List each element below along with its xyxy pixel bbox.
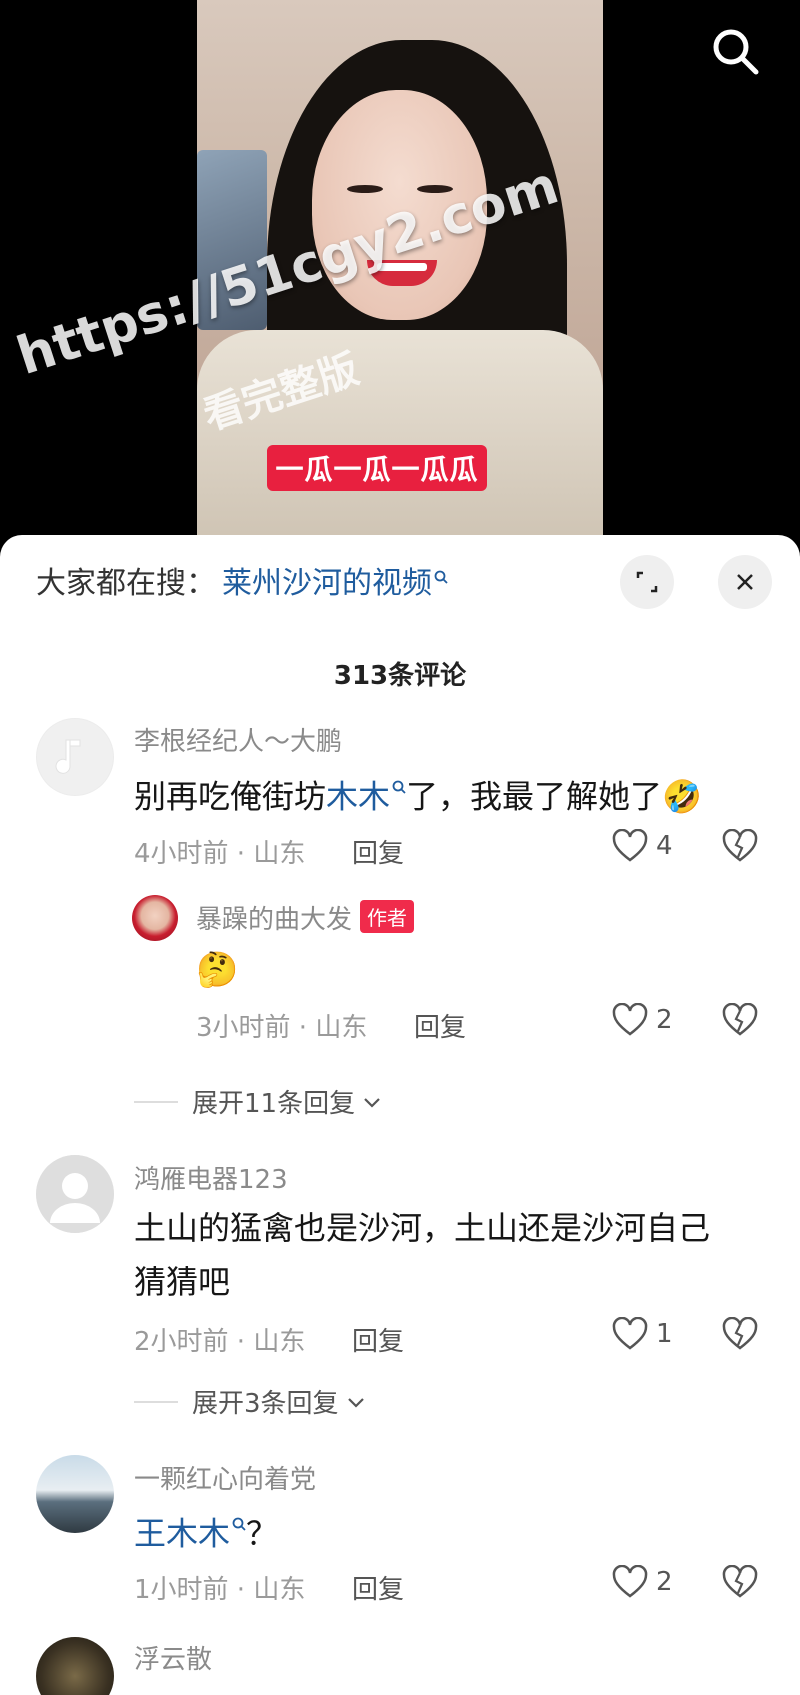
dislike-button[interactable]	[722, 1564, 758, 1603]
comment-text: 别再吃俺街坊木木 了，我最了解她了🤣	[134, 764, 702, 824]
video-caption: 一瓜一瓜一瓜瓜	[267, 445, 487, 491]
broken-heart-icon	[722, 1002, 758, 1036]
like-button[interactable]: 4	[612, 829, 673, 863]
comment-search-link[interactable]: 王木木	[134, 1515, 230, 1553]
default-user-icon	[36, 1155, 114, 1233]
expand-replies-button[interactable]: 展开3条回复	[134, 1383, 367, 1420]
comment-text-line: 猜猜吧	[134, 1263, 231, 1301]
comment-text-part: 了，我最了解她了🤣	[406, 777, 702, 816]
like-count: 2	[656, 1005, 673, 1035]
comment-text: 王木木 ？	[134, 1501, 278, 1561]
expand-icon	[636, 571, 658, 593]
search-term-link[interactable]: 莱州沙河的视频	[222, 558, 432, 602]
like-button[interactable]: 2	[612, 1565, 673, 1599]
chevron-down-icon	[347, 1397, 364, 1408]
divider-line	[134, 1100, 178, 1103]
comment-username[interactable]: 一颗红心向着党	[134, 1459, 316, 1496]
close-icon	[737, 574, 753, 590]
comment-username[interactable]: 鸿雁电器123	[134, 1159, 288, 1196]
expand-replies-label: 展开11条回复	[192, 1089, 356, 1119]
broken-heart-icon	[722, 1564, 758, 1598]
search-prefix: 大家都在搜：	[36, 566, 216, 601]
reply-button[interactable]: 回复	[352, 833, 404, 870]
author-badge: 作者	[360, 900, 415, 933]
comment-text-part: 别再吃俺街坊	[134, 777, 327, 816]
expand-replies-button[interactable]: 展开11条回复	[134, 1083, 383, 1120]
reply-username-text: 暴躁的曲大发	[196, 905, 353, 935]
avatar[interactable]	[36, 1637, 114, 1695]
like-button[interactable]: 2	[612, 1003, 673, 1037]
comment-text-line: 土山的猛禽也是沙河，土山还是沙河自己	[134, 1209, 711, 1247]
heart-icon	[612, 829, 648, 862]
expand-button[interactable]	[620, 555, 674, 609]
search-icon[interactable]	[710, 26, 762, 78]
chevron-down-icon	[364, 1097, 380, 1108]
comment-username[interactable]: 浮云散	[134, 1639, 212, 1676]
reply-button[interactable]: 回复	[352, 1569, 404, 1606]
like-button[interactable]: 1	[612, 1317, 673, 1351]
reply-text: 🤔	[196, 950, 239, 990]
search-small-icon	[392, 780, 406, 800]
comment-search-link[interactable]: 木木	[326, 778, 390, 816]
video-player[interactable]: 一瓜一瓜一瓜瓜 https://51cgy2.com 看完整版	[0, 0, 800, 540]
reply-button[interactable]: 回复	[414, 1007, 466, 1044]
close-button[interactable]	[718, 555, 772, 609]
comment-username[interactable]: 李根经纪人～大鹏	[134, 721, 342, 758]
search-small-icon	[434, 570, 448, 590]
coat	[197, 330, 603, 540]
heart-icon	[612, 1565, 648, 1598]
heart-icon	[612, 1003, 648, 1036]
like-count: 1	[656, 1319, 673, 1349]
like-count: 2	[656, 1567, 673, 1597]
reply-username[interactable]: 暴躁的曲大发 作者	[196, 899, 415, 936]
comment-meta: 2小时前 · 山东	[134, 1327, 306, 1357]
avatar[interactable]	[36, 1455, 114, 1533]
default-avatar-icon	[37, 719, 113, 795]
comment-count: 313条评论	[333, 661, 467, 691]
broken-heart-icon	[722, 828, 758, 862]
comment-meta: 4小时前 · 山东	[134, 839, 306, 869]
avatar[interactable]	[36, 718, 114, 796]
avatar[interactable]	[36, 1155, 114, 1233]
reply-meta: 3小时前 · 山东	[196, 1013, 368, 1043]
broken-heart-icon	[722, 1316, 758, 1350]
comment-meta: 1小时前 · 山东	[134, 1575, 306, 1605]
reply-button[interactable]: 回复	[352, 1321, 404, 1358]
comment-sheet: 大家都在搜： 莱州沙河的视频 313条评论 李根经纪人～大鹏 别再吃俺街坊木木了…	[0, 535, 800, 1695]
trending-search[interactable]: 大家都在搜： 莱州沙河的视频	[36, 555, 448, 605]
like-count: 4	[656, 831, 673, 861]
comment-text-part: ？	[246, 1514, 279, 1553]
dislike-button[interactable]	[722, 1316, 758, 1355]
heart-icon	[612, 1317, 648, 1350]
dislike-button[interactable]	[722, 1002, 758, 1041]
divider-line	[134, 1400, 178, 1403]
expand-replies-label: 展开3条回复	[192, 1389, 339, 1419]
search-small-icon	[232, 1517, 246, 1537]
reply-avatar[interactable]	[132, 895, 178, 941]
dislike-button[interactable]	[722, 828, 758, 867]
left-eye	[347, 185, 383, 193]
